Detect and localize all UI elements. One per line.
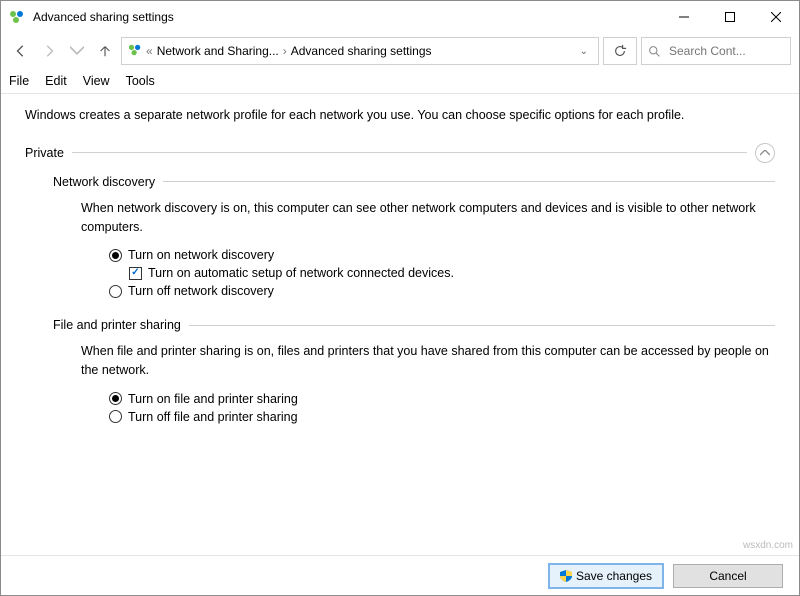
window: Advanced sharing settings « Network and … [0, 0, 800, 596]
app-icon [9, 9, 25, 25]
subsection-head: Network discovery [53, 175, 775, 189]
address-bar[interactable]: « Network and Sharing... › Advanced shar… [121, 37, 599, 65]
divider [72, 152, 747, 153]
intro-text: Windows creates a separate network profi… [25, 106, 775, 125]
content-wrap: Windows creates a separate network profi… [1, 93, 799, 555]
back-button[interactable] [9, 39, 33, 63]
navbar: « Network and Sharing... › Advanced shar… [1, 33, 799, 69]
radio-label: Turn on network discovery [128, 248, 274, 262]
checkbox-auto-setup[interactable]: Turn on automatic setup of network conne… [129, 266, 775, 280]
shield-icon [560, 570, 572, 582]
watermark: wsxdn.com [743, 540, 793, 551]
footer: Save changes Cancel [1, 555, 799, 595]
save-label: Save changes [576, 569, 652, 583]
divider [163, 181, 775, 182]
options: Turn on file and printer sharing Turn of… [109, 392, 775, 424]
content[interactable]: Windows creates a separate network profi… [1, 94, 799, 555]
titlebar: Advanced sharing settings [1, 1, 799, 33]
subsection-file-printer-sharing: File and printer sharing When file and p… [53, 318, 775, 424]
subsection-network-discovery: Network discovery When network discovery… [53, 175, 775, 299]
radio-icon [109, 410, 122, 423]
section-label: Private [25, 146, 64, 160]
window-buttons [661, 1, 799, 33]
breadcrumb-separator: › [283, 44, 287, 58]
menu-view[interactable]: View [83, 74, 110, 88]
breadcrumb-item[interactable]: Network and Sharing... [157, 44, 279, 58]
section-private: Private [25, 143, 775, 163]
save-button[interactable]: Save changes [549, 564, 663, 588]
radio-turn-off-discovery[interactable]: Turn off network discovery [109, 284, 775, 298]
breadcrumb-prefix: « [146, 44, 153, 58]
radio-turn-on-fps[interactable]: Turn on file and printer sharing [109, 392, 775, 406]
divider [189, 325, 775, 326]
menubar: File Edit View Tools [1, 69, 799, 93]
breadcrumb-item[interactable]: Advanced sharing settings [291, 44, 432, 58]
checkbox-label: Turn on automatic setup of network conne… [148, 266, 454, 280]
maximize-button[interactable] [707, 1, 753, 33]
address-icon [128, 43, 142, 60]
menu-tools[interactable]: Tools [126, 74, 155, 88]
menu-file[interactable]: File [9, 74, 29, 88]
up-button[interactable] [93, 39, 117, 63]
radio-label: Turn off file and printer sharing [128, 410, 298, 424]
search-icon [648, 45, 661, 58]
subsection-desc: When file and printer sharing is on, fil… [81, 342, 775, 380]
subsection-title: File and printer sharing [53, 318, 181, 332]
subsection-title: Network discovery [53, 175, 155, 189]
search-input[interactable] [667, 43, 784, 59]
radio-label: Turn on file and printer sharing [128, 392, 298, 406]
minimize-button[interactable] [661, 1, 707, 33]
refresh-button[interactable] [603, 37, 637, 65]
recent-dropdown[interactable] [65, 39, 89, 63]
options: Turn on network discovery Turn on automa… [109, 248, 775, 298]
radio-icon [109, 392, 122, 405]
forward-button[interactable] [37, 39, 61, 63]
radio-icon [109, 285, 122, 298]
radio-label: Turn off network discovery [128, 284, 274, 298]
radio-icon [109, 249, 122, 262]
checkbox-icon [129, 267, 142, 280]
collapse-button[interactable] [755, 143, 775, 163]
address-dropdown[interactable]: ⌄ [576, 46, 592, 57]
subsection-head: File and printer sharing [53, 318, 775, 332]
cancel-label: Cancel [709, 569, 746, 583]
search-box[interactable] [641, 37, 791, 65]
window-title: Advanced sharing settings [33, 10, 661, 24]
subsection-desc: When network discovery is on, this compu… [81, 199, 775, 237]
cancel-button[interactable]: Cancel [673, 564, 783, 588]
close-button[interactable] [753, 1, 799, 33]
radio-turn-on-discovery[interactable]: Turn on network discovery [109, 248, 775, 262]
menu-edit[interactable]: Edit [45, 74, 67, 88]
radio-turn-off-fps[interactable]: Turn off file and printer sharing [109, 410, 775, 424]
